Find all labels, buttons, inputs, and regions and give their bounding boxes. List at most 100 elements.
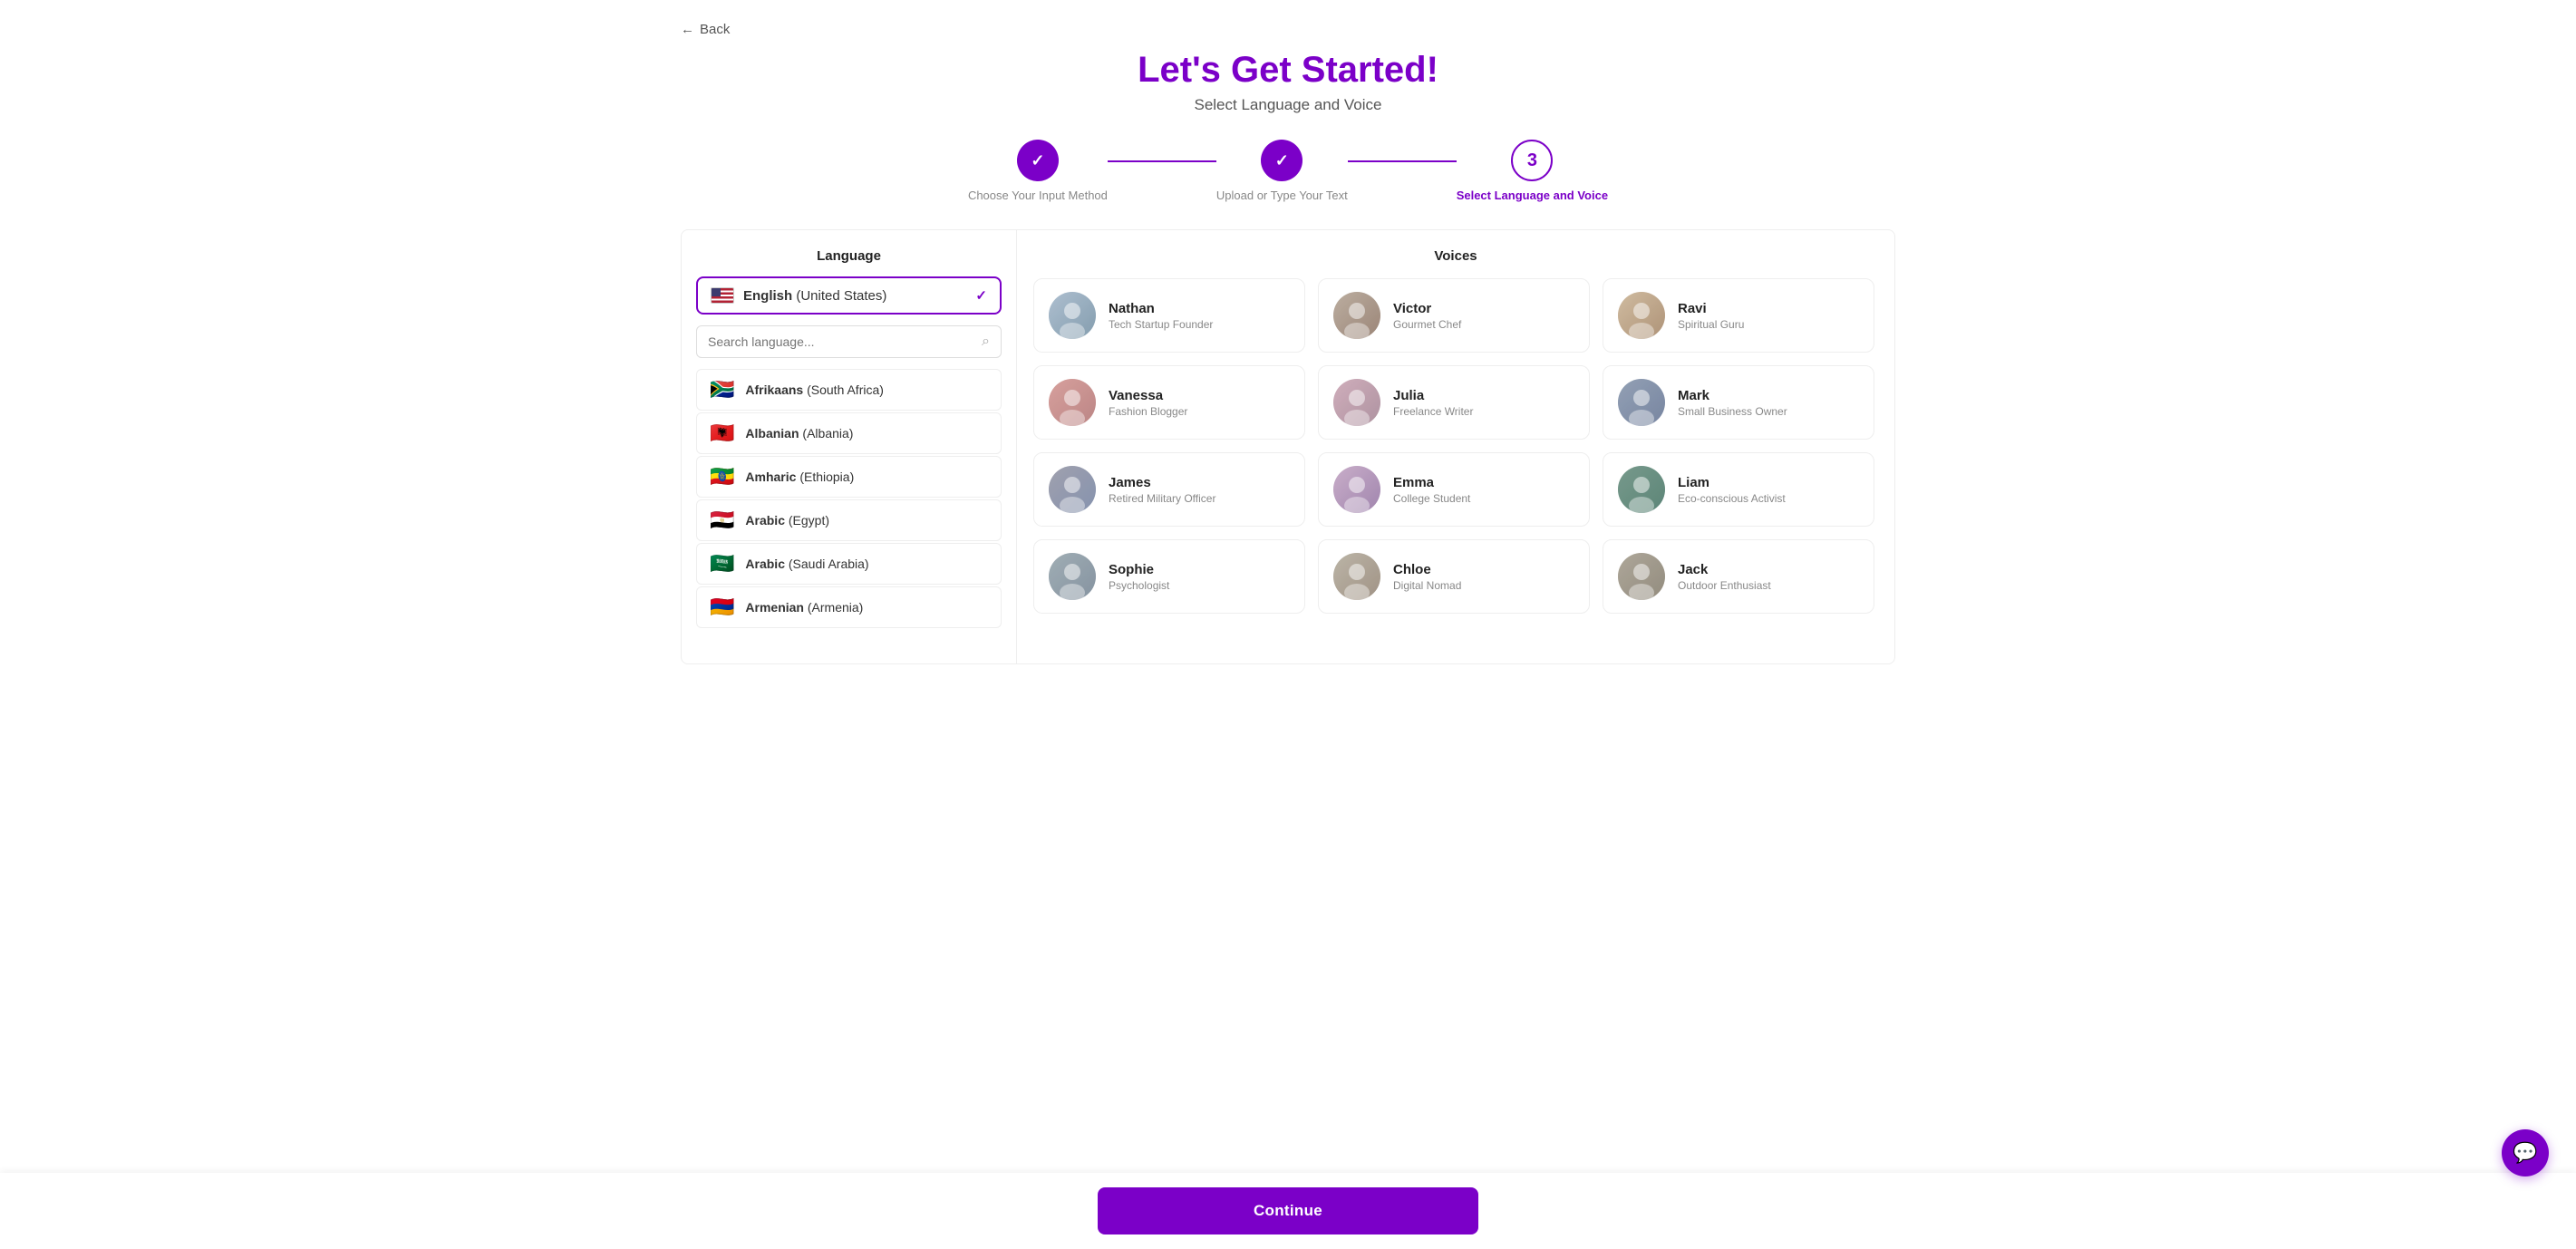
voice-card[interactable]: Chloe Digital Nomad: [1318, 539, 1590, 614]
voice-card[interactable]: Ravi Spiritual Guru: [1603, 278, 1874, 353]
language-panel-title: Language: [696, 248, 1002, 264]
voice-avatar: [1333, 379, 1380, 426]
voice-card[interactable]: Emma College Student: [1318, 452, 1590, 527]
voice-avatar: [1618, 292, 1665, 339]
voice-role: Gourmet Chef: [1393, 318, 1461, 331]
continue-button[interactable]: Continue: [1098, 1187, 1478, 1234]
step-line-2: [1348, 160, 1457, 162]
voice-role: Fashion Blogger: [1109, 405, 1187, 418]
voice-avatar: [1049, 379, 1096, 426]
voice-name: Ravi: [1678, 301, 1744, 316]
chat-bubble-button[interactable]: 💬: [2502, 1129, 2549, 1176]
voice-avatar: [1049, 292, 1096, 339]
voice-name: Nathan: [1109, 301, 1213, 316]
step-line-1: [1108, 160, 1216, 162]
language-item[interactable]: 🇪🇬 Arabic (Egypt): [696, 499, 1002, 541]
language-name: Albanian (Albania): [745, 426, 853, 441]
step-1-circle: ✓: [1017, 140, 1059, 181]
voice-card[interactable]: Mark Small Business Owner: [1603, 365, 1874, 440]
selected-check-icon: ✓: [975, 287, 987, 304]
language-name: Afrikaans (South Africa): [745, 382, 884, 397]
voice-name: Victor: [1393, 301, 1461, 316]
voice-name: Sophie: [1109, 562, 1169, 577]
voice-name: James: [1109, 475, 1215, 490]
voice-name: Mark: [1678, 388, 1787, 403]
selected-language-name: English: [743, 288, 792, 304]
continue-bar: Continue: [0, 1173, 2576, 1249]
flag-icon: 🇪🇬: [710, 510, 734, 530]
voice-card[interactable]: Sophie Psychologist: [1033, 539, 1305, 614]
voice-info: Chloe Digital Nomad: [1393, 562, 1461, 592]
back-button[interactable]: ← Back: [681, 18, 730, 41]
voices-scroll: Nathan Tech Startup Founder Victor Gourm…: [1033, 278, 1878, 614]
language-item[interactable]: 🇪🇹 Amharic (Ethiopia): [696, 456, 1002, 498]
voice-card[interactable]: James Retired Military Officer: [1033, 452, 1305, 527]
back-arrow-icon: ←: [681, 22, 694, 37]
language-search-box[interactable]: ⌕: [696, 325, 1002, 358]
step-1: ✓ Choose Your Input Method: [968, 140, 1108, 202]
voice-avatar: [1618, 466, 1665, 513]
voice-avatar: [1333, 466, 1380, 513]
search-icon: ⌕: [982, 334, 990, 350]
voice-role: Eco-conscious Activist: [1678, 492, 1786, 505]
voice-info: Vanessa Fashion Blogger: [1109, 388, 1187, 418]
language-item[interactable]: 🇿🇦 Afrikaans (South Africa): [696, 369, 1002, 411]
voice-card[interactable]: Victor Gourmet Chef: [1318, 278, 1590, 353]
step-3-label: Select Language and Voice: [1457, 189, 1608, 202]
flag-icon: 🇦🇱: [710, 423, 734, 443]
voice-role: Digital Nomad: [1393, 579, 1461, 592]
voice-card[interactable]: Julia Freelance Writer: [1318, 365, 1590, 440]
page-title: Let's Get Started!: [681, 50, 1895, 91]
voice-info: Mark Small Business Owner: [1678, 388, 1787, 418]
selected-language-text: English (United States): [743, 288, 886, 304]
back-label: Back: [700, 22, 730, 37]
flag-icon: 🇸🇦: [710, 554, 734, 574]
voice-info: James Retired Military Officer: [1109, 475, 1215, 505]
voice-role: Outdoor Enthusiast: [1678, 579, 1771, 592]
voice-role: Psychologist: [1109, 579, 1169, 592]
voices-title: Voices: [1033, 248, 1878, 264]
language-list: 🇿🇦 Afrikaans (South Africa) 🇦🇱 Albanian …: [696, 369, 1002, 628]
selected-language-region: (United States): [796, 288, 886, 304]
voice-avatar: [1618, 553, 1665, 600]
voice-avatar: [1333, 292, 1380, 339]
step-3-circle: 3: [1511, 140, 1553, 181]
step-2-circle: ✓: [1261, 140, 1303, 181]
us-flag-icon: [711, 287, 734, 304]
flag-icon: 🇦🇲: [710, 597, 734, 617]
language-item[interactable]: 🇦🇲 Armenian (Armenia): [696, 586, 1002, 628]
voice-info: Julia Freelance Writer: [1393, 388, 1473, 418]
language-name: Arabic (Saudi Arabia): [745, 557, 868, 571]
step-1-label: Choose Your Input Method: [968, 189, 1108, 202]
language-item[interactable]: 🇸🇦 Arabic (Saudi Arabia): [696, 543, 1002, 585]
voice-name: Emma: [1393, 475, 1470, 490]
voice-card[interactable]: Vanessa Fashion Blogger: [1033, 365, 1305, 440]
voice-info: Liam Eco-conscious Activist: [1678, 475, 1786, 505]
voice-role: Tech Startup Founder: [1109, 318, 1213, 331]
voice-card[interactable]: Jack Outdoor Enthusiast: [1603, 539, 1874, 614]
voice-info: Ravi Spiritual Guru: [1678, 301, 1744, 331]
voice-name: Vanessa: [1109, 388, 1187, 403]
step-2-label: Upload or Type Your Text: [1216, 189, 1348, 202]
language-item[interactable]: 🇦🇱 Albanian (Albania): [696, 412, 1002, 454]
flag-icon: 🇪🇹: [710, 467, 734, 487]
flag-icon: 🇿🇦: [710, 380, 734, 400]
voice-card[interactable]: Nathan Tech Startup Founder: [1033, 278, 1305, 353]
voice-role: Spiritual Guru: [1678, 318, 1744, 331]
step-3: 3 Select Language and Voice: [1457, 140, 1608, 202]
step-2: ✓ Upload or Type Your Text: [1216, 140, 1348, 202]
voice-card[interactable]: Liam Eco-conscious Activist: [1603, 452, 1874, 527]
selected-language[interactable]: English (United States) ✓: [696, 276, 1002, 315]
voice-info: Emma College Student: [1393, 475, 1470, 505]
language-search-input[interactable]: [708, 334, 974, 349]
voice-name: Jack: [1678, 562, 1771, 577]
voice-role: Freelance Writer: [1393, 405, 1473, 418]
voice-name: Julia: [1393, 388, 1473, 403]
language-panel: Language English (United States) ✓ ⌕: [682, 230, 1017, 663]
voice-info: Victor Gourmet Chef: [1393, 301, 1461, 331]
voice-info: Nathan Tech Startup Founder: [1109, 301, 1213, 331]
selected-language-left: English (United States): [711, 287, 886, 304]
voice-info: Sophie Psychologist: [1109, 562, 1169, 592]
voice-role: College Student: [1393, 492, 1470, 505]
language-name: Amharic (Ethiopia): [745, 470, 854, 484]
